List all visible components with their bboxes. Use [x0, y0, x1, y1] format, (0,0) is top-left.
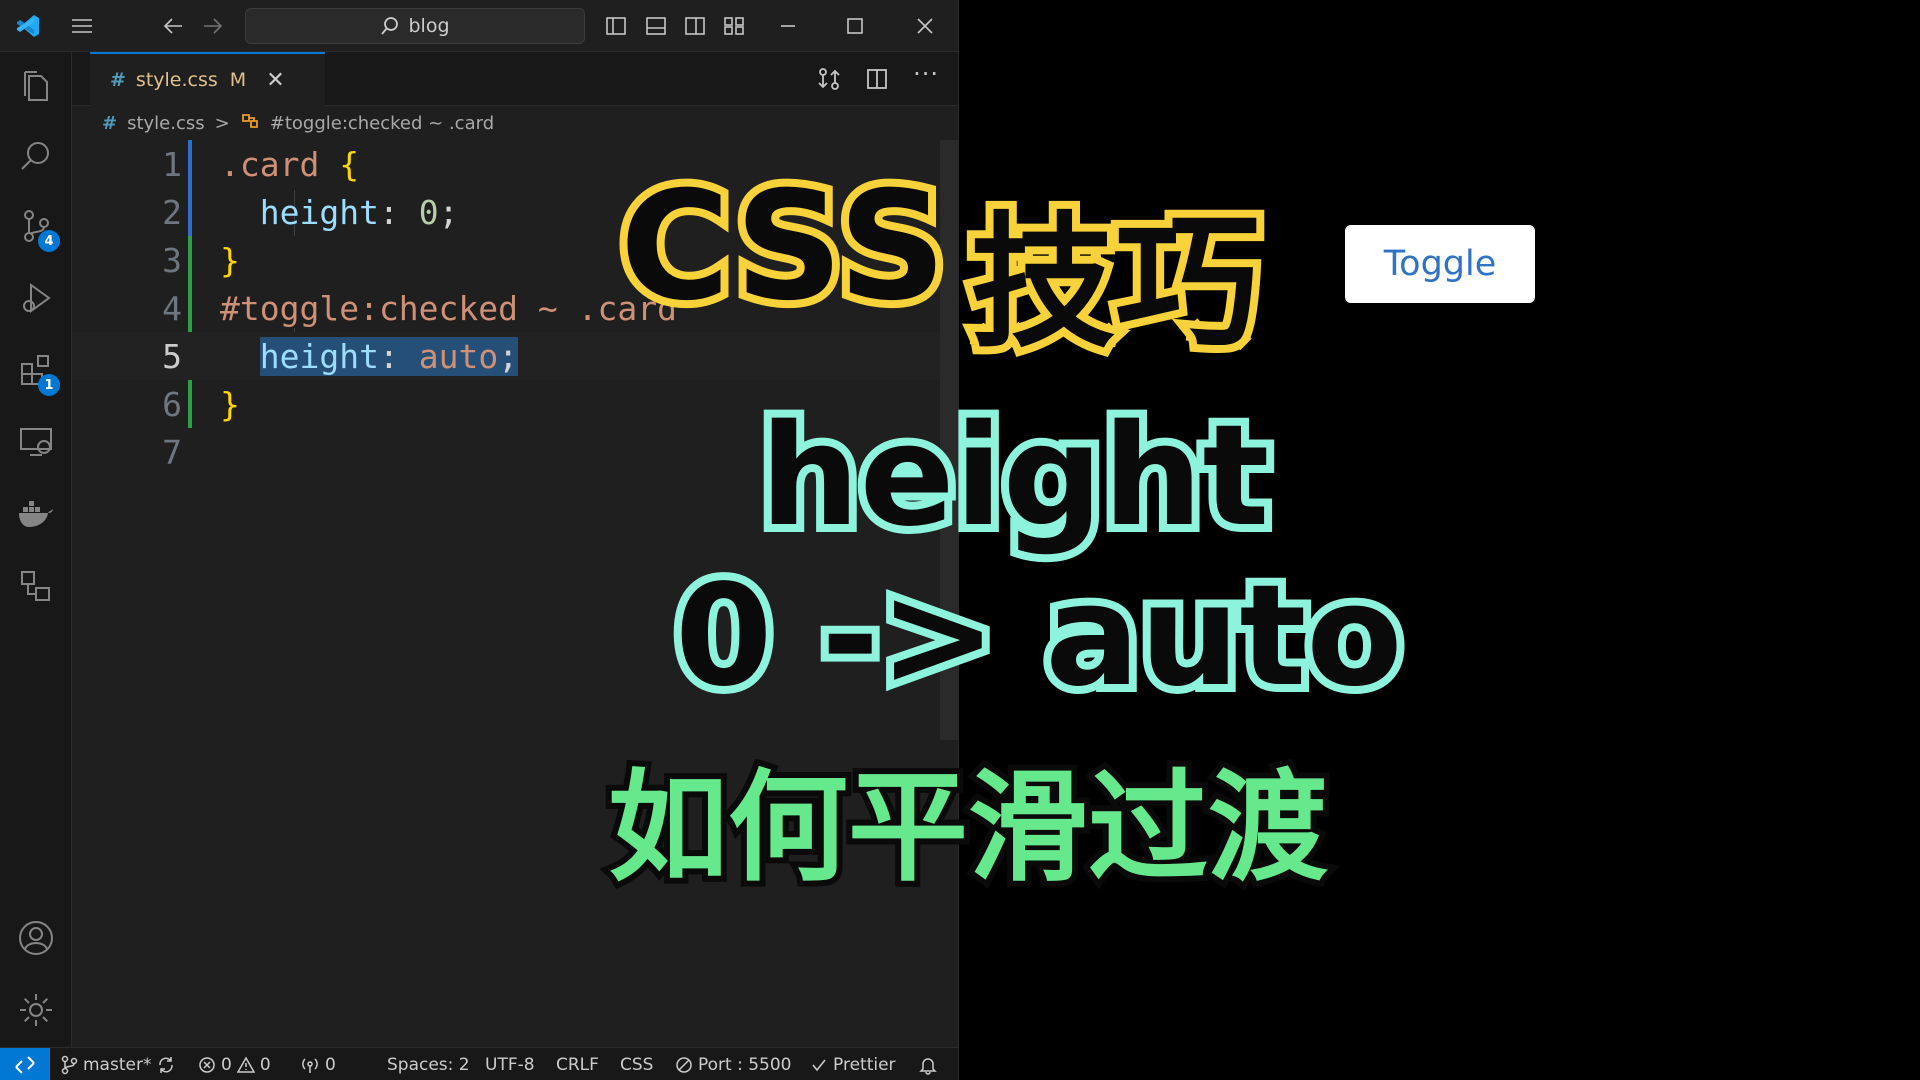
language-mode-status[interactable]: CSS — [620, 1048, 653, 1080]
tab-style-css[interactable]: # style.css M ✕ — [90, 52, 325, 106]
run-debug-icon[interactable] — [0, 268, 72, 328]
activity-bar: 4 1 — [0, 52, 72, 1047]
breadcrumb-selector[interactable]: #toggle:checked ~ .card — [270, 113, 494, 134]
encoding-status[interactable]: UTF-8 — [485, 1048, 535, 1080]
colon: : — [378, 192, 399, 232]
back-arrow-icon[interactable] — [155, 0, 191, 52]
open-changes-icon[interactable] — [817, 67, 841, 91]
css-file-icon: # — [102, 112, 118, 134]
search-icon — [381, 17, 399, 35]
breadcrumb-file[interactable]: style.css — [127, 113, 205, 134]
line-number: 4 — [162, 288, 182, 328]
overlay-zero-to-auto: 0 -> auto — [667, 547, 1411, 726]
source-control-badge: 4 — [38, 230, 60, 252]
overlay-smooth-transition: 如何平滑过渡 — [602, 753, 1334, 904]
ports-status[interactable]: 0 — [300, 1048, 336, 1080]
minimize-icon[interactable] — [768, 0, 808, 52]
css-selector: #toggle:checked ~ .card — [220, 288, 677, 328]
css-property: height — [259, 192, 379, 232]
vscode-logo-icon — [8, 0, 48, 52]
line-number: 1 — [162, 144, 182, 184]
menu-icon[interactable] — [62, 0, 102, 52]
git-branch-icon — [61, 1055, 78, 1074]
check-icon — [812, 1059, 826, 1071]
eol-status[interactable]: CRLF — [556, 1048, 599, 1080]
forward-arrow-icon[interactable] — [195, 0, 231, 52]
line-number: 2 — [162, 192, 182, 232]
tab-filename: style.css — [135, 69, 218, 91]
overlay-height: height — [752, 387, 1277, 566]
warning-icon — [236, 1055, 255, 1073]
live-server-status[interactable]: Port : 5500 — [675, 1048, 792, 1080]
close-window-icon[interactable] — [903, 0, 947, 52]
css-selector: .card — [220, 144, 320, 184]
git-branch-status[interactable]: master* — [60, 1048, 151, 1080]
tab-modified-indicator: M — [229, 69, 247, 91]
css-value: auto — [418, 336, 499, 376]
remote-indicator-icon[interactable] — [0, 1048, 50, 1080]
command-center-search[interactable]: blog — [245, 8, 585, 44]
extensions-badge: 1 — [38, 374, 60, 396]
branch-name: master* — [83, 1054, 152, 1075]
error-count: 0 — [221, 1054, 232, 1075]
project-manager-icon[interactable] — [0, 556, 72, 616]
toggle-secondary-sidebar-icon[interactable] — [677, 0, 713, 52]
broadcast-icon — [302, 1057, 318, 1073]
semicolon: ; — [438, 192, 459, 232]
remote-explorer-icon[interactable] — [0, 412, 72, 472]
search-icon[interactable] — [0, 126, 72, 186]
toggle-panel-icon[interactable] — [638, 0, 674, 52]
error-icon — [199, 1056, 215, 1073]
close-brace: } — [220, 240, 240, 280]
code-line-active: 5 height: auto; — [72, 332, 958, 380]
breadcrumb-separator: > — [214, 112, 230, 134]
breadcrumb: # style.css > #toggle:checked ~ .card — [72, 106, 958, 140]
more-actions-icon[interactable]: ··· — [913, 60, 939, 88]
prettier-label: Prettier — [833, 1054, 896, 1075]
line-number: 3 — [162, 240, 182, 280]
accounts-icon[interactable] — [0, 908, 72, 968]
overlay-title-tips: 技巧 — [962, 191, 1268, 376]
semicolon: ; — [498, 336, 519, 376]
editor-tabs: # style.css M ✕ ··· — [72, 52, 958, 106]
extensions-icon[interactable]: 1 — [0, 340, 72, 400]
prettier-status[interactable]: Prettier — [810, 1048, 896, 1080]
no-entry-icon — [676, 1056, 692, 1073]
css-file-icon: # — [110, 69, 126, 91]
port-label: Port : 5500 — [698, 1054, 792, 1075]
colon: : — [378, 336, 399, 376]
editor-actions: ··· — [817, 52, 939, 106]
css-property: height — [259, 336, 379, 376]
indentation-status[interactable]: Spaces: 2 — [387, 1048, 470, 1080]
line-number: 6 — [162, 384, 182, 424]
sync-icon[interactable] — [156, 1048, 176, 1080]
split-editor-icon[interactable] — [865, 67, 889, 91]
explorer-icon[interactable] — [0, 56, 72, 116]
line-number: 5 — [162, 336, 182, 376]
notifications-bell-icon[interactable] — [918, 1048, 938, 1080]
toggle-button[interactable]: Toggle — [1345, 225, 1535, 303]
customize-layout-icon[interactable] — [716, 0, 752, 52]
tab-close-icon[interactable]: ✕ — [266, 68, 284, 93]
settings-gear-icon[interactable] — [0, 980, 72, 1040]
warning-count: 0 — [259, 1054, 271, 1075]
css-value: 0 — [418, 192, 439, 232]
problems-status[interactable]: 0 0 — [198, 1048, 271, 1080]
ports-count: 0 — [325, 1054, 336, 1075]
docker-icon[interactable] — [0, 484, 72, 544]
source-control-icon[interactable]: 4 — [0, 196, 72, 256]
title-bar: blog — [0, 0, 958, 52]
maximize-icon[interactable] — [835, 0, 875, 52]
line-number: 7 — [162, 432, 182, 472]
search-text: blog — [408, 15, 450, 37]
selector-symbol-icon — [240, 112, 260, 135]
toggle-sidebar-icon[interactable] — [598, 0, 634, 52]
close-brace: } — [220, 384, 240, 424]
status-bar: master* 0 0 0 Spaces: 2 UTF-8 CRLF CSS P… — [0, 1047, 958, 1080]
overlay-title-css: CSS — [612, 152, 954, 342]
open-brace: { — [339, 144, 360, 184]
